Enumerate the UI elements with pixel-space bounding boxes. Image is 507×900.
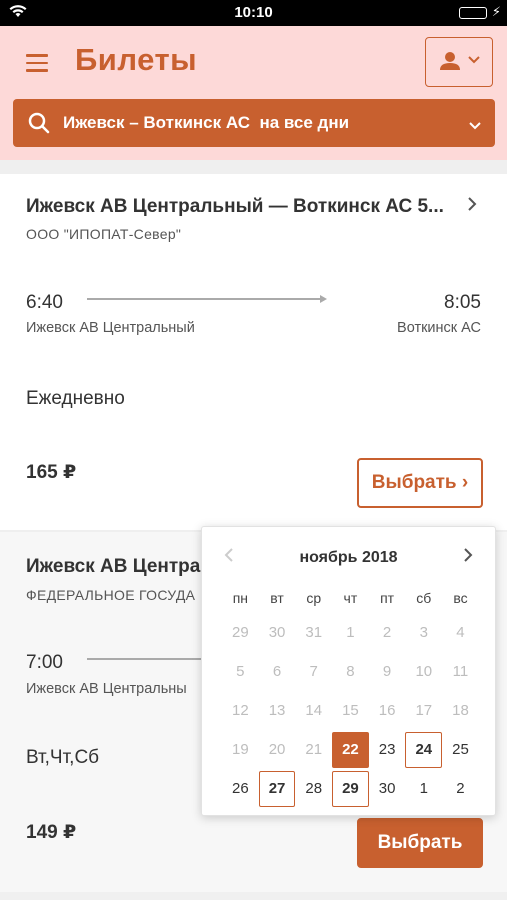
departure-station: Ижевск АВ Центральный bbox=[26, 320, 195, 336]
date-picker-popup[interactable]: ноябрь 2018 пн вт ср чт пт сб вс 29 30 31 1 2 3 4 5 6 7 8… bbox=[201, 526, 496, 816]
trip-price: 149 ₽ bbox=[26, 822, 77, 843]
trip-card[interactable]: Ижевск АВ Центральный — Воткинск АС 5...… bbox=[0, 174, 507, 530]
calendar-weekday-label: пт bbox=[380, 590, 395, 606]
calendar-day: 10 bbox=[415, 663, 433, 680]
calendar-weekday-label: чт bbox=[343, 590, 358, 606]
search-query-text: Ижевск – Воткинск АС на все дни bbox=[63, 113, 350, 132]
calendar-day[interactable]: 26 bbox=[222, 771, 259, 807]
calendar-day: 6 bbox=[272, 663, 282, 680]
calendar-day: 7 bbox=[309, 663, 318, 680]
calendar-day[interactable]: 2 bbox=[442, 771, 479, 807]
calendar-day: 9 bbox=[382, 663, 392, 680]
calendar-weekday-label: вс bbox=[453, 590, 468, 606]
calendar-day[interactable]: 1 bbox=[405, 771, 442, 807]
calendar-grid: пн вт ср чт пт сб вс 29 30 31 1 2 3 4 5 6 7 8 9 10 11 12 13 14 1… bbox=[222, 583, 479, 808]
departure-time: 6:40 bbox=[26, 292, 63, 313]
calendar-day[interactable]: 24 bbox=[405, 731, 443, 768]
route-arrow bbox=[87, 294, 327, 303]
departure-station: Ижевск АВ Центральны bbox=[26, 681, 187, 697]
calendar-weekday-label: ср bbox=[306, 590, 322, 606]
charging-icon: ⚡ bbox=[491, 4, 501, 19]
calendar-day[interactable]: 30 bbox=[369, 771, 406, 807]
trip-route-title: Ижевск АВ Центра bbox=[26, 556, 201, 577]
calendar-day: 20 bbox=[268, 741, 286, 758]
calendar-day: 17 bbox=[415, 702, 433, 719]
calendar-day: 4 bbox=[456, 624, 465, 641]
calendar-day: 8 bbox=[346, 663, 355, 680]
calendar-day: 16 bbox=[378, 702, 396, 719]
profile-button[interactable] bbox=[425, 37, 493, 87]
calendar-day: 3 bbox=[419, 624, 428, 641]
calendar-week-row: 5 6 7 8 9 10 11 bbox=[222, 652, 479, 691]
calendar-day: 30 bbox=[268, 624, 286, 641]
calendar-week-row: 12 13 14 15 16 17 18 bbox=[222, 691, 479, 730]
arrival-station: Воткинск АС bbox=[397, 320, 481, 336]
calendar-weekday-row: пн вт ср чт пт сб вс bbox=[222, 583, 479, 613]
calendar-day: 1 bbox=[346, 624, 355, 641]
trip-carrier: ООО "ИПОПАТ-Север" bbox=[26, 226, 182, 242]
calendar-day: 13 bbox=[268, 702, 286, 719]
trip-price: 165 ₽ bbox=[26, 462, 77, 483]
bottom-spacer bbox=[0, 892, 507, 900]
calendar-day: 18 bbox=[452, 702, 469, 719]
calendar-month-label: ноябрь 2018 bbox=[299, 549, 398, 566]
calendar-day[interactable]: 25 bbox=[442, 732, 479, 768]
calendar-day: 2 bbox=[382, 624, 392, 641]
chevron-down-icon bbox=[467, 52, 481, 70]
page-title: Билеты bbox=[75, 42, 198, 77]
route-search-bar[interactable]: Ижевск – Воткинск АС на все дни bbox=[13, 99, 495, 147]
calendar-day: 12 bbox=[232, 702, 249, 719]
select-trip-button[interactable]: Выбрать bbox=[357, 818, 483, 868]
search-icon bbox=[28, 112, 50, 139]
calendar-weekday-label: пн bbox=[232, 590, 248, 606]
calendar-day: 21 bbox=[305, 741, 323, 758]
calendar-day: 31 bbox=[305, 624, 323, 641]
calendar-day[interactable]: 28 bbox=[295, 771, 332, 807]
calendar-week-row: 26 27 28 29 30 1 2 bbox=[222, 769, 479, 808]
calendar-weekday-label: вт bbox=[270, 590, 284, 606]
departure-time: 7:00 bbox=[26, 652, 63, 673]
calendar-week-row: 29 30 31 1 2 3 4 bbox=[222, 613, 479, 652]
app-header: Билеты Ижевск – Воткинск АС на все дни bbox=[0, 26, 507, 160]
status-bar: 10:10 ⚡ bbox=[0, 0, 507, 26]
calendar-day-selected[interactable]: 22 bbox=[332, 731, 369, 768]
calendar-day: 14 bbox=[305, 702, 323, 719]
trip-route-title: Ижевск АВ Центральный — Воткинск АС 5... bbox=[26, 196, 444, 217]
trip-carrier: ФЕДЕРАЛЬНОЕ ГОСУДА bbox=[26, 587, 196, 603]
calendar-week-row: 19 20 21 22 23 24 25 bbox=[222, 730, 479, 769]
calendar-weekday-label: сб bbox=[416, 590, 432, 606]
chevron-down-icon bbox=[469, 117, 481, 135]
chevron-right-icon[interactable] bbox=[463, 547, 473, 568]
arrival-time: 8:05 bbox=[444, 292, 481, 313]
calendar-day[interactable]: 27 bbox=[258, 770, 296, 807]
hamburger-icon[interactable] bbox=[26, 54, 48, 72]
calendar-day[interactable]: 23 bbox=[369, 732, 406, 768]
status-time: 10:10 bbox=[234, 4, 273, 21]
trip-schedule: Ежедневно bbox=[26, 388, 125, 409]
calendar-day: 29 bbox=[232, 624, 249, 641]
trip-schedule: Вт,Чт,Сб bbox=[26, 747, 100, 768]
chevron-right-icon[interactable] bbox=[467, 196, 477, 217]
calendar-day: 15 bbox=[342, 702, 359, 719]
select-trip-button[interactable]: Выбрать › bbox=[357, 458, 483, 508]
battery-icon bbox=[459, 7, 487, 19]
calendar-day: 11 bbox=[452, 663, 469, 680]
calendar-day: 19 bbox=[232, 741, 249, 758]
calendar-day[interactable]: 29 bbox=[332, 770, 369, 807]
person-icon bbox=[439, 51, 461, 76]
calendar-day: 5 bbox=[236, 663, 245, 680]
route-arrow bbox=[87, 658, 207, 660]
